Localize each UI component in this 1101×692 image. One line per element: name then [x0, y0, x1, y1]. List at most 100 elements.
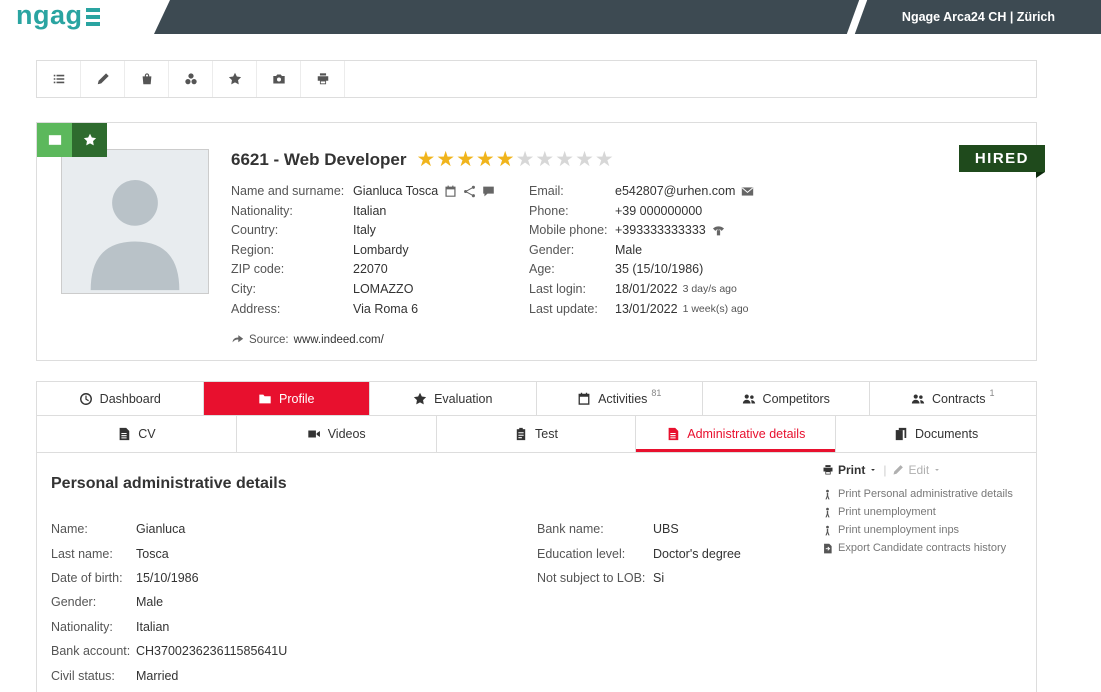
- phone-icon[interactable]: [712, 224, 725, 237]
- field-label: Name and surname:: [231, 182, 353, 202]
- field-row: Region:Lombardy: [231, 241, 529, 261]
- source-value[interactable]: www.indeed.com/: [294, 334, 384, 346]
- field-row: Gender:Male: [51, 590, 537, 614]
- rating-star-icon[interactable]: ★: [416, 149, 435, 170]
- rating-star-icon[interactable]: ★: [496, 149, 515, 170]
- field-row: City:LOMAZZO: [231, 280, 529, 300]
- rating-star-icon[interactable]: ★: [535, 149, 554, 170]
- field-value: Italian: [136, 615, 169, 639]
- menu-item-label: Export Candidate contracts history: [838, 539, 1006, 557]
- admin-fields-right: Bank name:UBS Education level:Doctor's d…: [537, 517, 741, 688]
- candidate-card: 6621 - Web Developer ★★★★★★★★★★ Name and…: [36, 122, 1037, 361]
- share-icon[interactable]: [463, 185, 476, 198]
- candidate-fields-left: Name and surname: Gianluca Tosca Nationa…: [231, 182, 529, 319]
- field-value: Lombardy: [353, 241, 409, 261]
- tab-videos[interactable]: Videos: [237, 416, 437, 453]
- field-value: UBS: [653, 517, 679, 541]
- toolbar-list-button[interactable]: [37, 61, 81, 97]
- coins-icon: [184, 72, 198, 86]
- tab-label: Administrative details: [687, 427, 805, 441]
- rating-star-icon[interactable]: ★: [516, 149, 535, 170]
- pencil-icon: [96, 72, 110, 86]
- rating-star-icon[interactable]: ★: [575, 149, 594, 170]
- toolbar-print-button[interactable]: [301, 61, 345, 97]
- calendar-icon[interactable]: [444, 185, 457, 198]
- print-unemployment-inps-link[interactable]: Print unemployment inps: [822, 521, 1022, 539]
- envelope-icon[interactable]: [741, 185, 754, 198]
- print-personal-admin-link[interactable]: Print Personal administrative details: [822, 485, 1022, 503]
- tab-contracts[interactable]: Contracts 1: [870, 382, 1037, 415]
- menu-item-label: Print unemployment: [838, 503, 936, 521]
- field-row: Last login: 18/01/2022 3 day/s ago: [529, 280, 754, 300]
- field-label: City:: [231, 280, 353, 300]
- field-row: Not subject to LOB:Si: [537, 566, 741, 590]
- field-value: CH370023623611585641U: [136, 639, 287, 663]
- list-icon: [52, 72, 66, 86]
- field-row: Gender:Male: [529, 241, 754, 261]
- rating-star-icon[interactable]: ★: [456, 149, 475, 170]
- people-icon: [911, 392, 925, 406]
- logo-e-bars-icon: [86, 8, 100, 26]
- candidate-title: 6621 - Web Developer: [231, 150, 406, 170]
- rating-star-icon[interactable]: ★: [595, 149, 614, 170]
- tab-dashboard[interactable]: Dashboard: [37, 382, 204, 415]
- printer-icon: [822, 464, 834, 476]
- field-row: Last name:Tosca: [51, 542, 537, 566]
- field-label: Last login:: [529, 280, 615, 300]
- tab-profile[interactable]: Profile: [204, 382, 371, 415]
- primary-tabs: Dashboard Profile Evaluation Activities …: [36, 381, 1037, 416]
- printer-icon: [316, 72, 330, 86]
- favourite-button[interactable]: [72, 123, 107, 157]
- field-value: Male: [615, 241, 642, 261]
- tab-documents[interactable]: Documents: [836, 416, 1036, 453]
- field-value: Gianluca: [136, 517, 185, 541]
- account-label[interactable]: Ngage Arca24 CH | Zürich: [902, 0, 1055, 34]
- field-value: LOMAZZO: [353, 280, 413, 300]
- rating-star-icon[interactable]: ★: [436, 149, 455, 170]
- field-label: Gender:: [529, 241, 615, 261]
- field-label: Nationality:: [51, 615, 136, 639]
- tab-label: Contracts: [932, 392, 986, 406]
- tab-administrative-details[interactable]: Administrative details: [636, 416, 836, 453]
- tab-cv[interactable]: CV: [37, 416, 237, 453]
- field-label: Education level:: [537, 542, 653, 566]
- field-label: Bank name:: [537, 517, 653, 541]
- field-row: Last update: 13/01/2022 1 week(s) ago: [529, 300, 754, 320]
- field-row: Nationality:Italian: [231, 202, 529, 222]
- tab-test[interactable]: Test: [437, 416, 637, 453]
- app-logo[interactable]: ngag: [0, 0, 170, 34]
- toolbar-bag-button[interactable]: [125, 61, 169, 97]
- toolbar-rating-button[interactable]: [213, 61, 257, 97]
- arrow-right-icon: [231, 333, 244, 346]
- export-contracts-history-link[interactable]: Export Candidate contracts history: [822, 539, 1022, 557]
- field-label: Civil status:: [51, 664, 136, 688]
- field-label: Nationality:: [231, 202, 353, 222]
- toolbar-edit-button[interactable]: [81, 61, 125, 97]
- tab-competitors[interactable]: Competitors: [703, 382, 870, 415]
- field-row: Address:Via Roma 6: [231, 300, 529, 320]
- source-row: Source: www.indeed.com/: [231, 333, 1012, 346]
- document-icon: [117, 427, 131, 441]
- edit-button[interactable]: Edit: [892, 463, 941, 477]
- tab-label: Test: [535, 427, 558, 441]
- photo-button[interactable]: [37, 123, 72, 157]
- field-label: Mobile phone:: [529, 221, 615, 241]
- toolbar-price-button[interactable]: [169, 61, 213, 97]
- field-label: Region:: [231, 241, 353, 261]
- field-label: Name:: [51, 517, 136, 541]
- toolbar-camera-button[interactable]: [257, 61, 301, 97]
- person-icon: [822, 489, 833, 500]
- rating-star-icon[interactable]: ★: [476, 149, 495, 170]
- tab-label: Dashboard: [100, 392, 161, 406]
- field-row: ZIP code:22070: [231, 260, 529, 280]
- print-unemployment-link[interactable]: Print unemployment: [822, 503, 1022, 521]
- field-row: Name:Gianluca: [51, 517, 537, 541]
- tab-activities[interactable]: Activities 81: [537, 382, 704, 415]
- tab-evaluation[interactable]: Evaluation: [370, 382, 537, 415]
- rating-star-icon[interactable]: ★: [555, 149, 574, 170]
- comment-icon[interactable]: [482, 185, 495, 198]
- tab-label: Competitors: [763, 392, 830, 406]
- field-value: Si: [653, 566, 664, 590]
- field-label: Last name:: [51, 542, 136, 566]
- print-button[interactable]: Print: [822, 463, 877, 477]
